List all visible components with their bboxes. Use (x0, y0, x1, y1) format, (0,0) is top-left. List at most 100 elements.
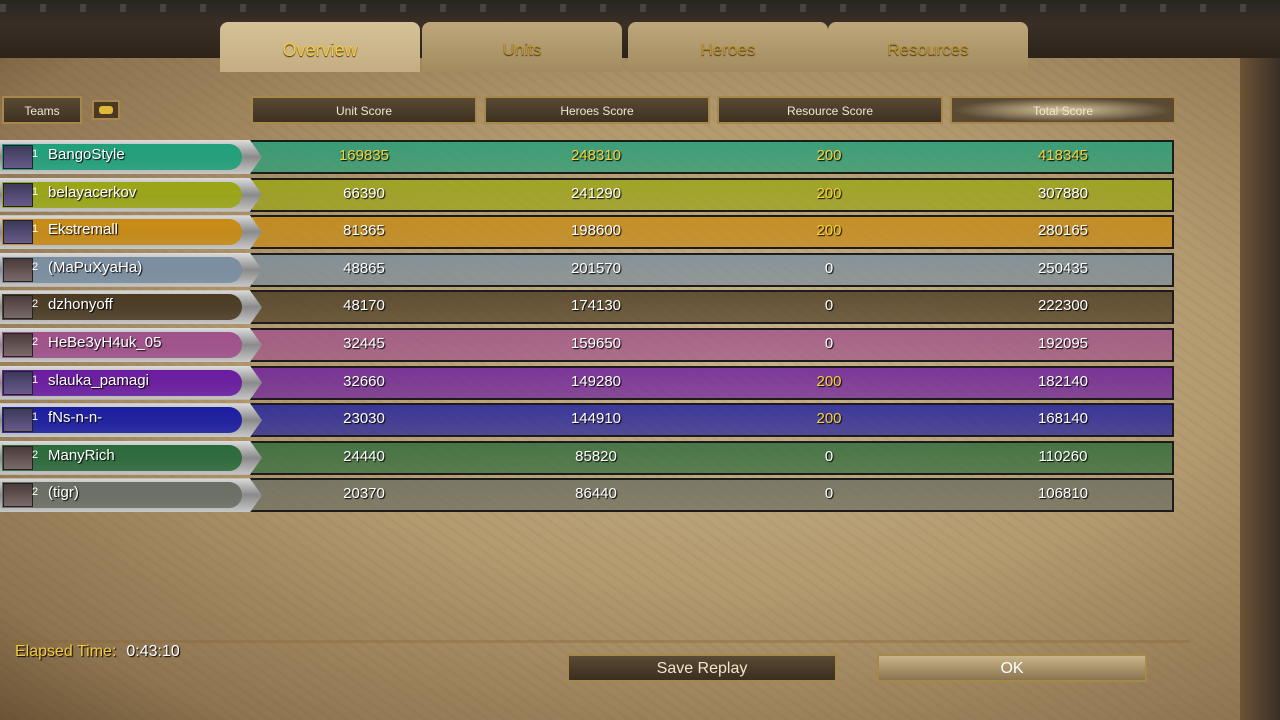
tab-units[interactable]: Units (422, 22, 622, 72)
resource-score-cell: 200 (816, 372, 842, 390)
name-plate (0, 140, 262, 174)
heroes-score-cell: 241290 (570, 184, 622, 202)
race-icon (3, 333, 33, 357)
player-name: BangoStyle (48, 146, 125, 163)
race-icon (3, 483, 33, 508)
tab-overview[interactable]: Overview (220, 22, 420, 72)
total-score-cell: 280165 (1037, 222, 1089, 240)
header-teams[interactable]: Teams (2, 96, 82, 124)
unit-score-cell: 169835 (338, 147, 390, 164)
player-row: 1 slauka_pamagi 32660 149280 200 182140 (0, 365, 1174, 401)
unit-score-cell: 48170 (343, 297, 385, 315)
player-name: ManyRich (48, 446, 115, 464)
save-replay-button[interactable]: Save Replay (567, 654, 837, 682)
unit-score-cell: 48865 (343, 259, 385, 277)
player-row: 2 HeBe3yH4uk_05 32445 159650 0 192095 (0, 327, 1174, 363)
player-name: HeBe3yH4uk_05 (48, 334, 162, 351)
total-score-cell: 418345 (1037, 147, 1089, 164)
player-row: 1 belayacerkov 66390 241290 200 307880 (0, 177, 1174, 213)
unit-score-cell: 66390 (343, 184, 385, 202)
tab-heroes[interactable]: Heroes (628, 22, 828, 72)
team-number: 1 (32, 373, 39, 386)
header-resource-score[interactable]: Resource Score (717, 96, 943, 124)
team-number: 1 (32, 148, 39, 160)
elapsed-time: Elapsed Time: 0:43:10 (15, 643, 180, 661)
total-score-cell: 222300 (1037, 297, 1089, 315)
heroes-score-cell: 149280 (570, 372, 622, 390)
team-number: 1 (32, 411, 39, 424)
unit-score-cell: 81365 (343, 222, 385, 240)
name-plate (0, 403, 262, 438)
total-score-cell: 106810 (1037, 485, 1089, 503)
resource-score-cell: 0 (824, 485, 834, 503)
team-number: 2 (32, 260, 39, 273)
player-row: 2 ManyRich 24440 85820 0 110260 (0, 440, 1174, 476)
player-row: 1 Ekstremall 81365 198600 200 280165 (0, 214, 1174, 250)
tab-resources[interactable]: Resources (828, 22, 1028, 72)
player-name: (tigr) (48, 484, 79, 502)
race-icon (3, 370, 33, 395)
race-icon (3, 145, 33, 169)
player-name: slauka_pamagi (48, 371, 149, 389)
heroes-score-cell: 144910 (570, 410, 622, 428)
name-plate (0, 440, 262, 475)
heroes-score-cell: 198600 (570, 222, 622, 240)
resource-score-cell: 200 (816, 222, 842, 240)
unit-score-cell: 24440 (343, 447, 385, 465)
player-name: fNs-n-n- (48, 409, 103, 427)
heroes-score-cell: 248310 (570, 147, 622, 164)
top-rivets (0, 4, 1280, 12)
name-plate (0, 478, 262, 513)
team-number: 1 (32, 223, 39, 236)
gold-coin-icon[interactable] (92, 100, 120, 120)
score-table: 1 BangoStyle 169835 248310 200 418345 1 belayac… (0, 135, 1176, 519)
total-score-cell: 168140 (1037, 410, 1089, 428)
elapsed-value: 0:43:10 (126, 643, 180, 660)
team-number: 2 (32, 486, 39, 499)
race-icon (3, 295, 33, 320)
player-name: dzhonyoff (48, 296, 113, 314)
unit-score-cell: 32445 (343, 335, 385, 352)
player-row: 2 (tigr) 20370 86440 0 106810 (0, 477, 1174, 513)
resource-score-cell: 0 (824, 259, 834, 277)
player-row: 1 BangoStyle 169835 248310 200 418345 (0, 139, 1174, 175)
unit-score-cell: 23030 (343, 410, 385, 428)
name-plate (0, 290, 262, 325)
race-icon (3, 408, 33, 433)
player-row: 1 fNs-n-n- 23030 144910 200 168140 (0, 402, 1174, 438)
right-edge (1240, 58, 1280, 720)
header-heroes-score[interactable]: Heroes Score (484, 96, 710, 124)
race-icon (3, 257, 33, 282)
player-name: belayacerkov (48, 183, 137, 201)
total-score-cell: 250435 (1037, 259, 1089, 277)
race-icon (3, 445, 33, 470)
team-number: 2 (32, 336, 39, 348)
player-name: (MaPuXyaHa) (48, 258, 143, 276)
heroes-score-cell: 201570 (570, 259, 622, 277)
resource-score-cell: 0 (824, 447, 834, 465)
team-number: 2 (32, 448, 39, 461)
resource-score-cell: 200 (816, 184, 842, 202)
total-score-cell: 192095 (1037, 335, 1089, 352)
race-icon (3, 182, 33, 207)
player-name: Ekstremall (48, 221, 119, 239)
unit-score-cell: 32660 (343, 372, 385, 390)
elapsed-label: Elapsed Time: (15, 643, 117, 660)
unit-score-cell: 20370 (343, 485, 385, 503)
ok-button[interactable]: OK (877, 654, 1147, 682)
heroes-score-cell: 85820 (575, 447, 617, 465)
heroes-score-cell: 174130 (570, 297, 622, 315)
heroes-score-cell: 159650 (570, 335, 622, 352)
player-row: 2 dzhonyoff 48170 174130 0 222300 (0, 289, 1174, 325)
team-number: 2 (32, 298, 39, 311)
resource-score-cell: 200 (816, 410, 842, 428)
race-icon (3, 220, 33, 245)
header-unit-score[interactable]: Unit Score (251, 96, 477, 124)
total-score-cell: 182140 (1037, 372, 1089, 390)
total-score-cell: 307880 (1037, 184, 1089, 202)
resource-score-cell: 200 (816, 147, 842, 164)
header-total-score[interactable]: Total Score (950, 96, 1176, 124)
resource-score-cell: 0 (824, 335, 834, 352)
heroes-score-cell: 86440 (575, 485, 617, 503)
resource-score-cell: 0 (824, 297, 834, 315)
